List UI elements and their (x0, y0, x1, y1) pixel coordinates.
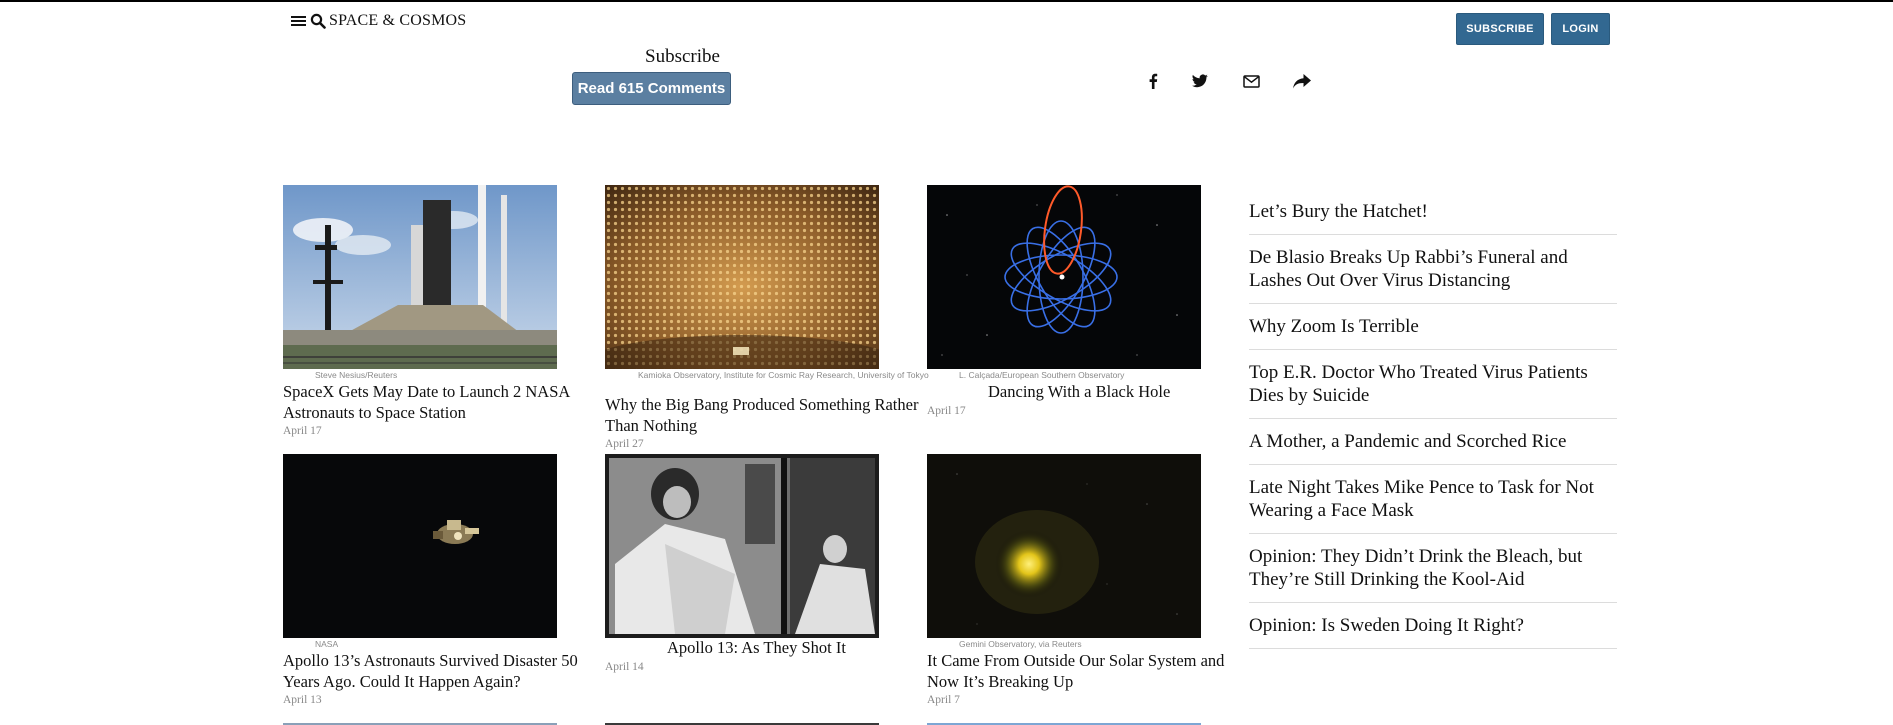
story-headline[interactable]: Apollo 13’s Astronauts Survived Disaster… (283, 650, 603, 692)
story-headline[interactable]: SpaceX Gets May Date to Launch 2 NASA As… (283, 381, 603, 423)
story-date: April 17 (927, 405, 966, 417)
story-image-big-bang[interactable] (605, 185, 879, 369)
top-rule (0, 0, 1893, 2)
email-icon[interactable] (1241, 71, 1261, 91)
story-date: April 27 (605, 438, 644, 450)
story-date: April 7 (927, 694, 960, 706)
login-button[interactable]: LOGIN (1551, 13, 1610, 45)
story-image-apollo-photo[interactable] (605, 454, 879, 638)
story-date: April 17 (283, 425, 322, 437)
popular-item[interactable]: A Mother, a Pandemic and Scorched Rice (1249, 419, 1617, 465)
popular-item[interactable]: Opinion: Is Sweden Doing It Right? (1249, 603, 1617, 649)
read-comments-button[interactable]: Read 615 Comments (572, 72, 731, 105)
popular-item[interactable]: Why Zoom Is Terrible (1249, 304, 1617, 350)
section-title[interactable]: SPACE & COSMOS (329, 12, 466, 30)
subscribe-button[interactable]: SUBSCRIBE (1456, 13, 1544, 45)
story-headline[interactable]: Why the Big Bang Produced Something Rath… (605, 394, 925, 436)
story-date: April 13 (283, 694, 322, 706)
most-popular-list: Let’s Bury the Hatchet! De Blasio Breaks… (1249, 190, 1617, 649)
story-headline[interactable]: It Came From Outside Our Solar System an… (927, 650, 1247, 692)
popular-item[interactable]: Opinion: They Didn’t Drink the Bleach, b… (1249, 534, 1617, 603)
story-headline[interactable]: Apollo 13: As They Shot It (667, 637, 927, 658)
story-image-black-hole[interactable] (927, 185, 1201, 369)
story-image-apollo-13[interactable] (283, 454, 557, 638)
menu-icon[interactable] (291, 15, 306, 27)
share-icon[interactable] (1292, 71, 1312, 91)
photo-credit: Kamioka Observatory, Institute for Cosmi… (638, 370, 929, 380)
story-image-spacex[interactable] (283, 185, 557, 369)
subscribe-link[interactable]: Subscribe (645, 44, 720, 66)
popular-item[interactable]: Top E.R. Doctor Who Treated Virus Patien… (1249, 350, 1617, 419)
popular-item[interactable]: Let’s Bury the Hatchet! (1249, 190, 1617, 235)
popular-item[interactable]: Late Night Takes Mike Pence to Task for … (1249, 465, 1617, 534)
popular-item[interactable]: De Blasio Breaks Up Rabbi’s Funeral and … (1249, 235, 1617, 304)
facebook-icon[interactable] (1143, 71, 1163, 91)
twitter-icon[interactable] (1190, 71, 1210, 91)
story-date: April 14 (605, 661, 644, 673)
search-icon[interactable] (310, 13, 326, 29)
story-image-comet[interactable] (927, 454, 1201, 638)
story-headline[interactable]: Dancing With a Black Hole (988, 381, 1268, 402)
